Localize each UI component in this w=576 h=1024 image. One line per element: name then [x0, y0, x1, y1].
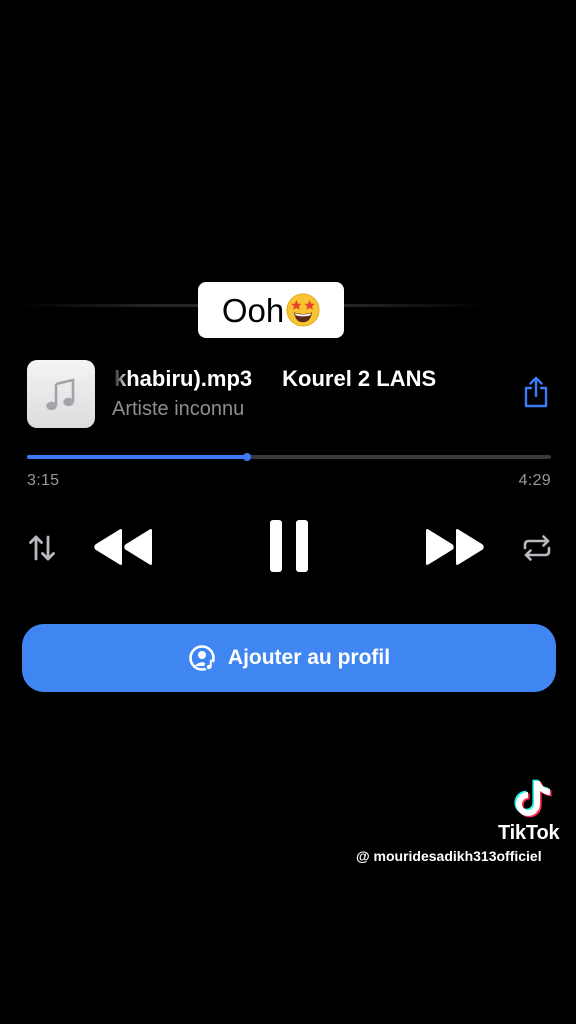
progress-scrubber[interactable] — [243, 453, 252, 461]
share-icon — [524, 376, 548, 408]
rewind-icon — [94, 529, 152, 565]
track-artist: Artiste inconnu — [112, 398, 245, 420]
pause-icon — [270, 520, 308, 572]
rewind-button[interactable] — [90, 522, 156, 572]
track-title-part: khabiru).mp3 — [114, 366, 253, 391]
fast-forward-button[interactable] — [422, 522, 488, 572]
progress-fill — [27, 455, 248, 459]
caption-sticker: Ooh — [198, 282, 344, 338]
reorder-button[interactable] — [22, 528, 62, 568]
pause-button[interactable] — [262, 516, 316, 576]
star-struck-emoji-icon — [286, 293, 320, 327]
progress-bar[interactable] — [27, 453, 551, 461]
add-to-profile-label: Ajouter au profil — [227, 646, 391, 669]
reorder-arrows-icon — [29, 535, 55, 561]
repeat-button[interactable] — [517, 528, 557, 568]
tiktok-logo-icon — [514, 779, 552, 818]
track-title-next: Kourel 2 LANS — [282, 366, 437, 391]
share-button[interactable] — [520, 374, 552, 410]
tiktok-handle: @ mouridesadikh313officiel — [356, 848, 542, 864]
profile-music-icon — [189, 645, 215, 671]
album-artwork[interactable] — [27, 360, 95, 428]
add-to-profile-button[interactable]: Ajouter au profil — [22, 624, 556, 692]
total-time: 4:29 — [518, 472, 551, 489]
music-note-icon — [46, 378, 75, 411]
repeat-icon — [523, 535, 551, 561]
caption-text: Ooh — [221, 291, 285, 329]
track-title[interactable]: khabiru).mp3 Kourel 2 LANS — [112, 364, 504, 394]
tiktok-brand: TikTok — [498, 822, 560, 844]
fast-forward-icon — [426, 529, 484, 565]
elapsed-time: 3:15 — [27, 472, 60, 489]
